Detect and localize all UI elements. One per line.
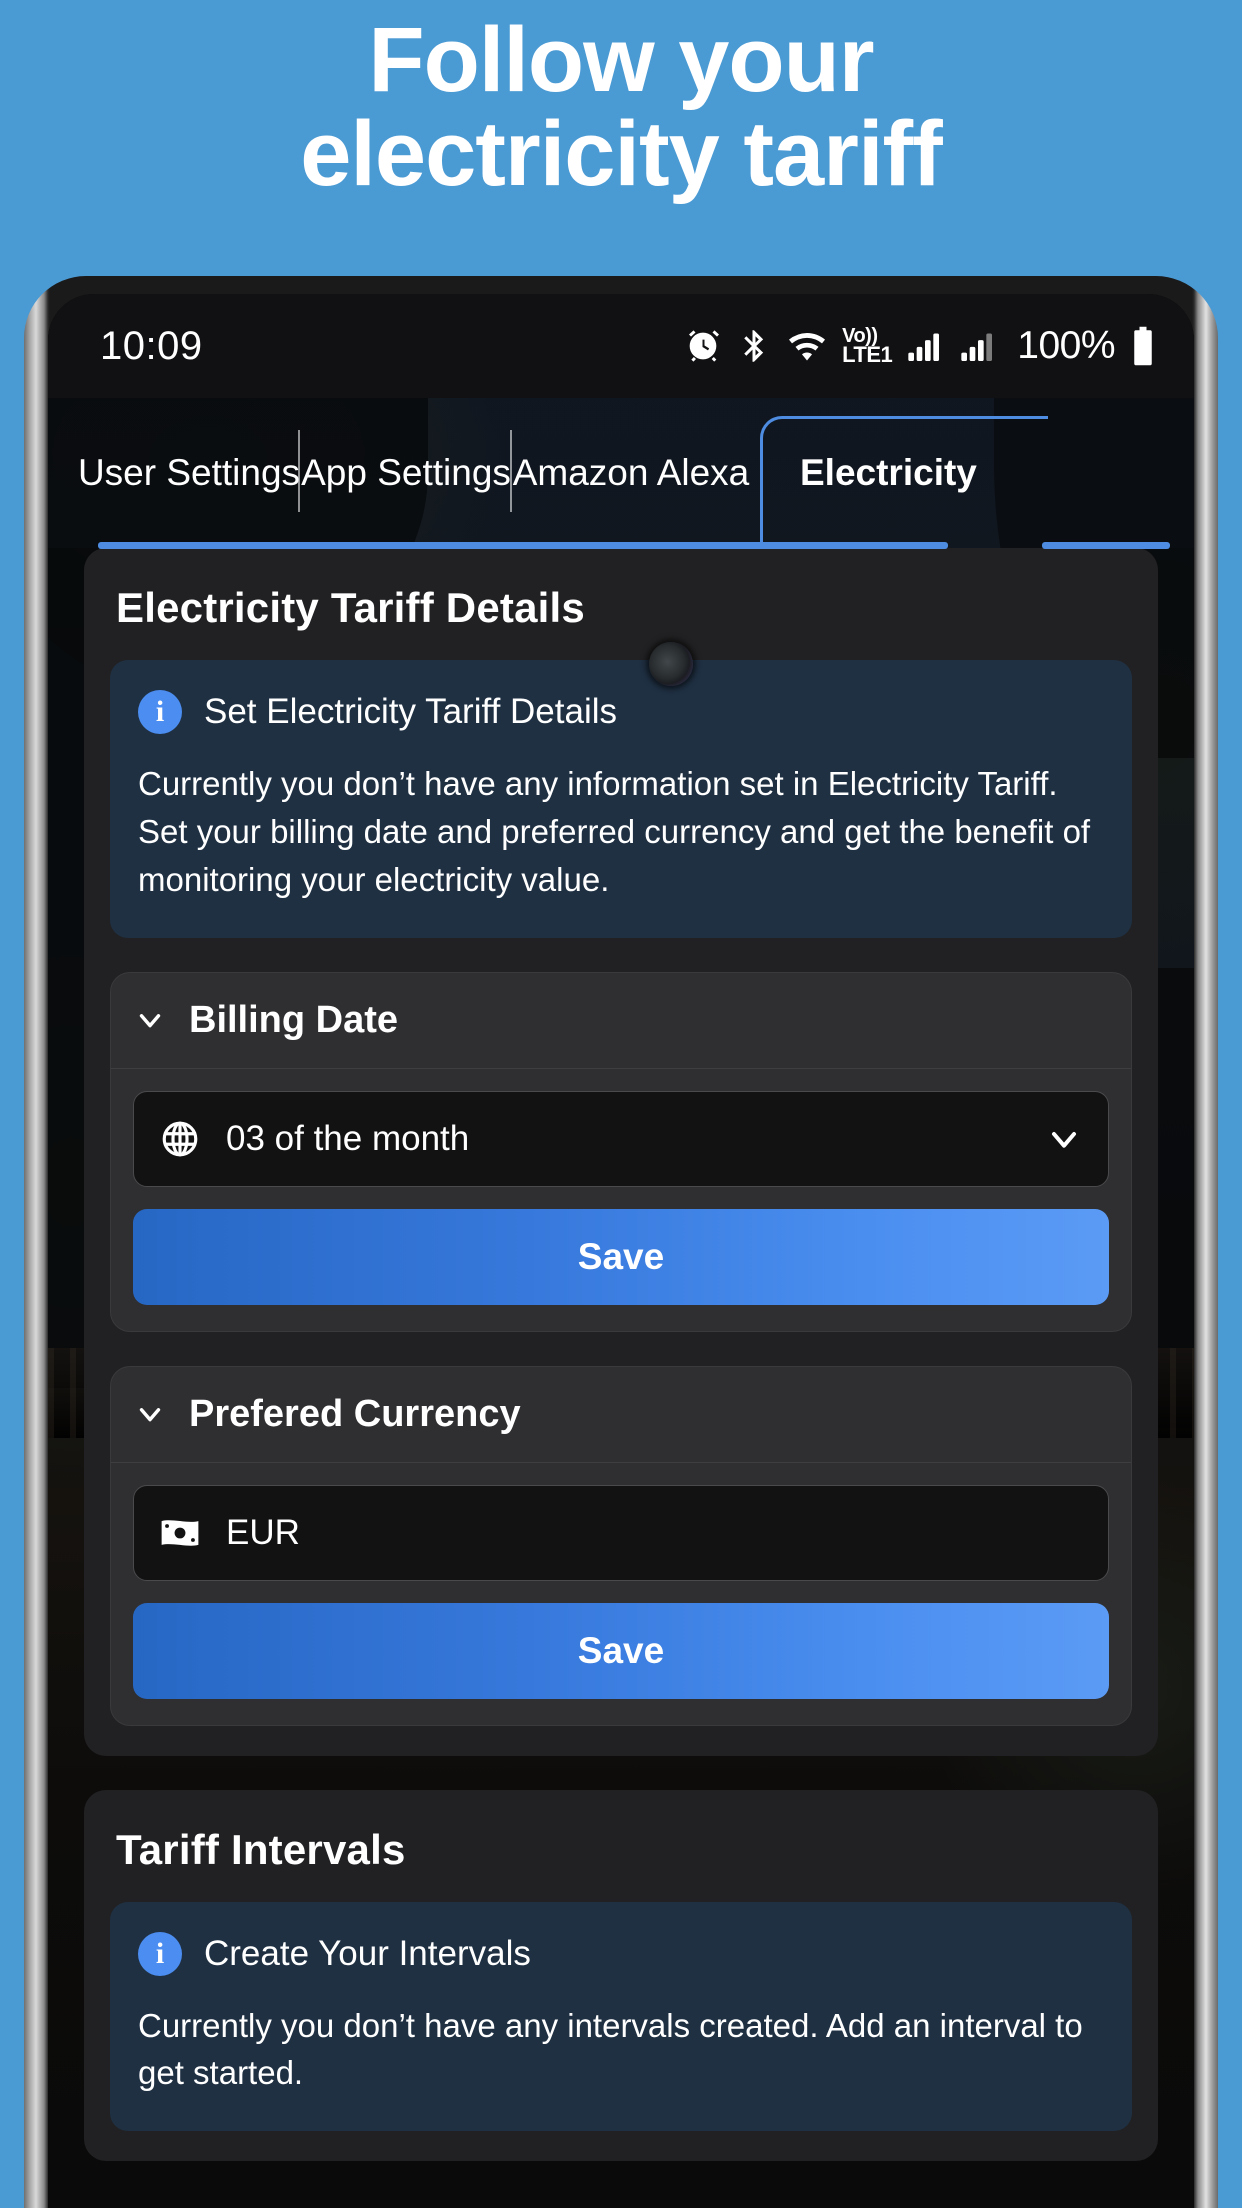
tariff-info-body: Currently you don’t have any information… (138, 765, 1091, 898)
tab-underline-right (1042, 542, 1170, 549)
prefered-currency-section: Prefered Currency EUR Save (110, 1365, 1132, 1726)
billing-date-save-button[interactable]: Save (133, 1208, 1109, 1305)
tariff-intervals-title: Tariff Intervals (116, 1825, 406, 1873)
tariff-info-box: i Set Electricity Tariff Details Current… (110, 660, 1132, 938)
battery-icon (1128, 325, 1158, 367)
globe-icon (158, 1117, 202, 1161)
signal-2-icon (958, 326, 998, 366)
info-icon: i (138, 690, 182, 734)
prefered-currency-save-button[interactable]: Save (133, 1602, 1109, 1699)
page-title: Electricity Tariff Details (116, 584, 585, 631)
banknote-icon (158, 1511, 202, 1555)
phone-bezel: 10:09 Vo)) LTE1 100% User Settings App S… (48, 294, 1194, 2208)
intervals-info-body: Currently you don’t have any intervals c… (138, 2006, 1083, 2092)
tab-amazon-alexa-label: Amazon Alexa (512, 452, 750, 493)
bluetooth-icon (736, 326, 772, 366)
intervals-info-title: Create Your Intervals (204, 1933, 531, 1973)
billing-date-title: Billing Date (189, 998, 399, 1041)
alarm-icon (683, 326, 723, 366)
intervals-info-head: i Create Your Intervals (138, 1931, 1104, 1976)
prefered-currency-value: EUR (226, 1512, 300, 1552)
prefered-currency-header[interactable]: Prefered Currency (111, 1367, 1131, 1463)
tab-amazon-alexa[interactable]: Amazon Alexa (512, 398, 750, 548)
electricity-tariff-card: Electricity Tariff Details i Set Electri… (84, 548, 1158, 1756)
prefered-currency-title: Prefered Currency (189, 1392, 521, 1435)
status-icons: Vo)) LTE1 100% (683, 324, 1158, 368)
prefered-currency-input[interactable]: EUR (133, 1484, 1109, 1581)
tariff-info-title: Set Electricity Tariff Details (204, 692, 618, 731)
volte-icon: Vo)) LTE1 (842, 324, 893, 368)
phone-frame: 10:09 Vo)) LTE1 100% User Settings App S… (24, 276, 1218, 2208)
prefered-currency-body: EUR Save (111, 1463, 1131, 1725)
tab-user-settings-label: User Settings (77, 452, 301, 493)
chevron-down-icon[interactable] (133, 1003, 167, 1037)
billing-date-section: Billing Date 03 of the month Save (110, 971, 1132, 1332)
billing-date-value: 03 of the month (226, 1118, 470, 1158)
status-time: 10:09 (100, 323, 203, 368)
tab-electricity[interactable]: Electricity (760, 398, 1048, 548)
chevron-down-icon[interactable] (1044, 1119, 1084, 1159)
tab-app-settings[interactable]: App Settings (300, 398, 512, 548)
promo-banner: Follow your electricity tariff (0, 0, 1242, 280)
signal-1-icon (905, 326, 945, 366)
billing-date-body: 03 of the month Save (111, 1069, 1131, 1331)
intervals-info-box: i Create Your Intervals Currently you do… (110, 1901, 1132, 2132)
camera-punch-hole (649, 642, 693, 686)
settings-content[interactable]: Electricity Tariff Details i Set Electri… (48, 548, 1194, 2208)
billing-date-select[interactable]: 03 of the month (133, 1090, 1109, 1187)
battery-percent-label: 100% (1017, 324, 1115, 367)
tab-underline-left (98, 542, 948, 549)
phone-screen: 10:09 Vo)) LTE1 100% User Settings App S… (48, 294, 1194, 2208)
status-bar: 10:09 Vo)) LTE1 100% (48, 294, 1194, 398)
wifi-icon (785, 326, 829, 366)
tariff-info-head: i Set Electricity Tariff Details (138, 690, 1104, 734)
billing-date-header[interactable]: Billing Date (111, 973, 1131, 1069)
tab-app-settings-label: App Settings (301, 452, 511, 493)
tariff-intervals-card: Tariff Intervals i Create Your Intervals… (84, 1789, 1158, 2162)
chevron-down-icon[interactable] (133, 1397, 167, 1431)
promo-headline-line1: Follow your (368, 9, 874, 111)
settings-tab-bar: User Settings App Settings Amazon Alexa … (48, 398, 1194, 548)
info-icon: i (138, 1931, 182, 1976)
tab-user-settings[interactable]: User Settings (78, 398, 300, 548)
tab-electricity-label: Electricity (800, 452, 977, 493)
promo-headline-line2: electricity tariff (300, 102, 943, 205)
